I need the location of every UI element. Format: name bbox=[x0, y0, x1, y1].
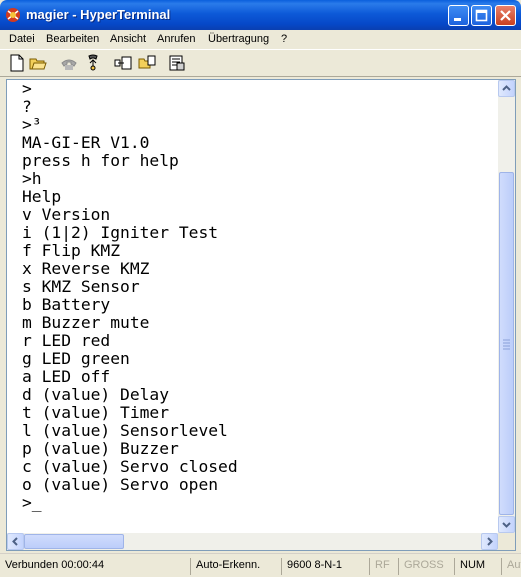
menu-anrufen[interactable]: Anrufen bbox=[157, 33, 196, 45]
terminal-line: a LED off bbox=[22, 367, 111, 386]
terminal-line: ? bbox=[22, 97, 32, 116]
scroll-up-button[interactable] bbox=[498, 80, 515, 97]
terminal-line: g LED green bbox=[22, 349, 130, 368]
minimize-icon bbox=[454, 18, 461, 21]
terminal-line: c (value) Servo closed bbox=[22, 457, 238, 476]
status-caps: GROSS bbox=[398, 558, 454, 575]
terminal-line: >_ bbox=[22, 493, 42, 512]
arrow-down-icon bbox=[502, 522, 511, 528]
scroll-right-button[interactable] bbox=[481, 533, 498, 550]
hyperterminal-app-icon[interactable] bbox=[5, 6, 22, 23]
terminal-line: >³ bbox=[22, 115, 42, 134]
arrow-left-icon bbox=[12, 537, 18, 546]
terminal-line: v Version bbox=[22, 205, 111, 224]
terminal-line: s KMZ Sensor bbox=[22, 277, 140, 296]
status-params: 9600 8-N-1 bbox=[281, 558, 369, 575]
status-rf: RF bbox=[369, 558, 398, 575]
title-bar[interactable]: magier - HyperTerminal bbox=[0, 0, 521, 30]
close-button[interactable] bbox=[495, 5, 516, 26]
minimize-button[interactable] bbox=[448, 5, 469, 26]
close-icon bbox=[500, 10, 511, 21]
terminal-line: d (value) Delay bbox=[22, 385, 170, 404]
arrow-right-icon bbox=[487, 537, 493, 546]
arrow-up-icon bbox=[502, 85, 511, 91]
menu-datei[interactable]: Datei bbox=[9, 33, 35, 45]
open-folder-icon[interactable] bbox=[29, 54, 47, 72]
grip-icon bbox=[503, 339, 510, 350]
new-document-icon[interactable] bbox=[8, 54, 26, 72]
window-title: magier - HyperTerminal bbox=[26, 7, 171, 22]
status-extra: Auf bbox=[501, 558, 521, 575]
vertical-scrollbar[interactable] bbox=[498, 80, 515, 533]
terminal-left-margin bbox=[7, 80, 21, 533]
terminal-line: t (value) Timer bbox=[22, 403, 170, 422]
dial-phone-icon[interactable] bbox=[60, 54, 78, 72]
terminal-line: i (1|2) Igniter Test bbox=[22, 223, 219, 242]
terminal-line: m Buzzer mute bbox=[22, 313, 150, 332]
scroll-left-button[interactable] bbox=[7, 533, 24, 550]
vertical-scroll-thumb[interactable] bbox=[499, 172, 514, 515]
status-connected: Verbunden 00:00:44 bbox=[5, 559, 105, 571]
status-detect: Auto-Erkenn. bbox=[190, 558, 281, 575]
menu-ansicht[interactable]: Ansicht bbox=[110, 33, 146, 45]
menu-uebertragung[interactable]: Übertragung bbox=[208, 33, 269, 45]
terminal-line: l (value) Sensorlevel bbox=[22, 421, 228, 440]
horizontal-scroll-thumb[interactable] bbox=[24, 534, 124, 549]
send-file-icon[interactable] bbox=[114, 54, 132, 72]
menu-help[interactable]: ? bbox=[281, 33, 287, 45]
terminal-line: >h bbox=[22, 169, 42, 188]
terminal-line: p (value) Buzzer bbox=[22, 439, 179, 458]
menu-bar: Datei Bearbeiten Ansicht Anrufen Übertra… bbox=[0, 30, 521, 49]
terminal-line: o (value) Servo open bbox=[22, 475, 219, 494]
status-num: NUM bbox=[454, 558, 501, 575]
maximize-button[interactable] bbox=[471, 5, 492, 26]
status-bar: Verbunden 00:00:44 Auto-Erkenn. 9600 8-N… bbox=[0, 553, 521, 577]
horizontal-scrollbar[interactable] bbox=[7, 533, 498, 550]
terminal-line: b Battery bbox=[22, 295, 111, 314]
scrollbar-corner bbox=[498, 533, 515, 550]
terminal-line: MA-GI-ER V1.0 bbox=[22, 133, 150, 152]
hang-up-icon[interactable] bbox=[84, 54, 102, 72]
terminal-output[interactable]: >? >³ MA-GI-ER V1.0 press h for help >h Help v… bbox=[22, 80, 498, 533]
terminal-line: Help bbox=[22, 187, 62, 206]
menu-bearbeiten[interactable]: Bearbeiten bbox=[46, 33, 99, 45]
toolbar bbox=[0, 49, 521, 77]
terminal-line: r LED red bbox=[22, 331, 111, 350]
terminal-line: press h for help bbox=[22, 151, 179, 170]
terminal-line: > bbox=[22, 80, 32, 98]
hyperterminal-window: magier - HyperTerminal Datei Bearbeiten … bbox=[0, 0, 521, 577]
properties-icon[interactable] bbox=[168, 54, 186, 72]
receive-file-icon[interactable] bbox=[138, 54, 156, 72]
terminal-line: f Flip KMZ bbox=[22, 241, 121, 260]
terminal-frame: >? >³ MA-GI-ER V1.0 press h for help >h Help v… bbox=[6, 79, 516, 551]
terminal-line: x Reverse KMZ bbox=[22, 259, 150, 278]
scroll-down-button[interactable] bbox=[498, 516, 515, 533]
maximize-icon bbox=[475, 9, 488, 22]
